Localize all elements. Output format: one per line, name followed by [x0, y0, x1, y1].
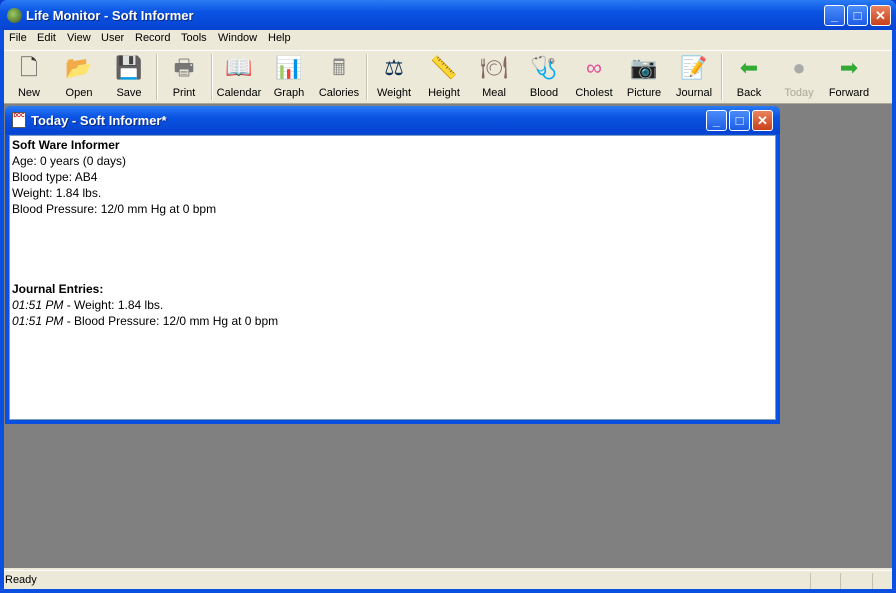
- toolbar-label: Blood: [529, 87, 559, 99]
- entry-text: - Blood Pressure: 12/0 mm Hg at 0 bpm: [63, 314, 279, 328]
- weight-button[interactable]: ⚖ Weight: [369, 51, 419, 103]
- menu-user[interactable]: User: [101, 32, 124, 44]
- toolbar-label: Weight: [376, 87, 412, 99]
- mdi-workspace: DOC Today - Soft Informer* _ □ ✕ Soft Wa…: [4, 103, 892, 568]
- menu-bar: File Edit View User Record Tools Window …: [4, 30, 892, 48]
- back-arrow-icon: ⬅: [739, 55, 759, 80]
- save-disk-icon: 💾: [115, 55, 143, 80]
- blood-button[interactable]: 🩺 Blood: [519, 51, 569, 103]
- menu-file[interactable]: File: [9, 32, 27, 44]
- toolbar-label: Calendar: [216, 87, 262, 99]
- menu-window[interactable]: Window: [218, 32, 257, 44]
- calendar-button[interactable]: 📖 Calendar: [214, 51, 264, 103]
- journal-heading: Journal Entries:: [12, 282, 104, 296]
- doc-icon[interactable]: DOC: [12, 112, 26, 128]
- child-maximize-button[interactable]: □: [729, 110, 750, 131]
- meal-button[interactable]: 🍽 Meal: [469, 51, 519, 103]
- minimize-button[interactable]: _: [824, 5, 845, 26]
- child-window-title: Today - Soft Informer*: [31, 113, 167, 128]
- blood-pressure-cuff-icon: 🩺: [530, 55, 558, 80]
- back-button[interactable]: ⬅ Back: [724, 51, 774, 103]
- cholesterol-icon: ∞: [586, 55, 602, 80]
- menu-record[interactable]: Record: [135, 32, 170, 44]
- toolbar-label: Journal: [675, 87, 713, 99]
- weight-line: Weight: 1.84 lbs.: [12, 186, 102, 200]
- journal-pencil-icon: 📝: [680, 55, 708, 80]
- cholest-button[interactable]: ∞ Cholest: [569, 51, 619, 103]
- open-folder-icon: 📂: [65, 55, 93, 80]
- maximize-button[interactable]: □: [847, 5, 868, 26]
- menu-tools[interactable]: Tools: [181, 32, 207, 44]
- today-child-window: DOC Today - Soft Informer* _ □ ✕ Soft Wa…: [5, 106, 780, 424]
- calories-button[interactable]: 🖩 Calories: [314, 51, 364, 103]
- menu-view[interactable]: View: [67, 32, 91, 44]
- close-button[interactable]: ✕: [870, 5, 891, 26]
- status-bar: Ready: [4, 570, 892, 589]
- save-button[interactable]: 💾 Save: [104, 51, 154, 103]
- status-text: Ready: [5, 574, 37, 586]
- menu-edit[interactable]: Edit: [37, 32, 56, 44]
- forward-arrow-icon: ➡: [839, 55, 859, 80]
- calendar-book-icon: 📖: [225, 55, 253, 80]
- new-button[interactable]: 🗋 New: [4, 51, 54, 103]
- today-icon: ●: [792, 55, 806, 80]
- toolbar-label: Graph: [273, 87, 305, 99]
- toolbar-label: Cholest: [575, 87, 613, 99]
- user-name: Soft Ware Informer: [12, 138, 120, 152]
- child-minimize-button[interactable]: _: [706, 110, 727, 131]
- today-button[interactable]: ● Today: [774, 51, 824, 103]
- ruler-icon: 📏: [430, 55, 458, 80]
- scale-icon: ⚖: [384, 55, 404, 80]
- toolbar-label: Picture: [626, 87, 662, 99]
- age-line: Age: 0 years (0 days): [12, 154, 127, 168]
- toolbar: 🗋 New 📂 Open 💾 Save 🖶 Print 📖 Calendar 📊 Graph 🖩 Calo…: [4, 50, 892, 103]
- child-close-button[interactable]: ✕: [752, 110, 773, 131]
- entry-time: 01:51 PM: [12, 298, 64, 312]
- toolbar-label: Meal: [482, 87, 506, 99]
- toolbar-label: New: [17, 87, 40, 99]
- printer-icon: 🖶: [173, 55, 195, 80]
- toolbar-label: Print: [172, 87, 196, 99]
- journal-button[interactable]: 📝 Journal: [669, 51, 719, 103]
- open-button[interactable]: 📂 Open: [54, 51, 104, 103]
- calculator-icon: 🖩: [332, 55, 346, 80]
- app-icon[interactable]: [7, 8, 22, 23]
- toolbar-label: Back: [736, 87, 762, 99]
- entry-text: - Weight: 1.84 lbs.: [63, 298, 164, 312]
- window-title: Life Monitor - Soft Informer: [26, 8, 194, 23]
- picture-button[interactable]: 📷 Picture: [619, 51, 669, 103]
- toolbar-label: Save: [116, 87, 142, 99]
- toolbar-label: Calories: [318, 87, 360, 99]
- forward-button[interactable]: ➡ Forward: [824, 51, 874, 103]
- journal-entry: 01:51 PM - Blood Pressure: 12/0 mm Hg at…: [12, 313, 773, 329]
- toolbar-label: Open: [65, 87, 93, 99]
- app-window: Life Monitor - Soft Informer _ □ ✕ File …: [0, 0, 896, 593]
- new-document-icon: 🗋: [20, 55, 38, 80]
- print-button[interactable]: 🖶 Print: [159, 51, 209, 103]
- today-report: Soft Ware Informer Age: 0 years (0 days)…: [9, 135, 776, 420]
- journal-entry: 01:51 PM - Weight: 1.84 lbs.: [12, 297, 773, 313]
- toolbar-label: Today: [784, 87, 814, 99]
- graph-button[interactable]: 📊 Graph: [264, 51, 314, 103]
- toolbar-label: Forward: [828, 87, 870, 99]
- blood-type-line: Blood type: AB4: [12, 170, 98, 184]
- bar-graph-icon: 📊: [275, 55, 303, 80]
- status-pane: [810, 573, 811, 589]
- toolbar-label: Height: [428, 87, 460, 99]
- title-bar[interactable]: Life Monitor - Soft Informer _ □ ✕: [0, 0, 896, 30]
- child-title-bar[interactable]: DOC Today - Soft Informer* _ □ ✕: [5, 106, 780, 134]
- entry-time: 01:51 PM: [12, 314, 64, 328]
- camera-icon: 📷: [630, 55, 658, 80]
- blood-pressure-line: Blood Pressure: 12/0 mm Hg at 0 bpm: [12, 202, 217, 216]
- meal-plate-icon: 🍽: [480, 55, 508, 80]
- height-button[interactable]: 📏 Height: [419, 51, 469, 103]
- menu-help[interactable]: Help: [268, 32, 291, 44]
- status-pane: [840, 573, 841, 589]
- resize-grip[interactable]: [872, 573, 873, 589]
